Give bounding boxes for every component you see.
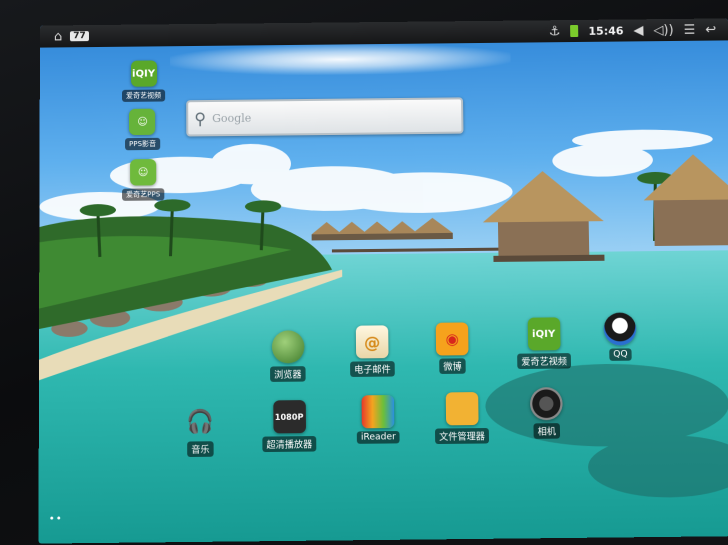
ireader-icon: [362, 395, 395, 428]
volume-down-icon[interactable]: ◀: [633, 23, 643, 38]
home-icon[interactable]: ⌂: [54, 29, 62, 44]
app-label: QQ: [609, 348, 632, 361]
qq-penguin-icon: [603, 312, 636, 345]
iqiyi-icon: iQIY: [131, 60, 157, 86]
app-iqiyi-video-2[interactable]: iQIY 爱奇艺视频: [517, 317, 572, 369]
pps-icon: ☺: [129, 109, 155, 135]
notification-badge[interactable]: 77: [70, 31, 89, 41]
search-placeholder: Google: [212, 111, 251, 125]
app-file-manager[interactable]: 文件管理器: [435, 392, 490, 444]
app-label: PPS影音: [125, 138, 160, 150]
battery-icon: [570, 25, 578, 37]
menu-icon[interactable]: ☰: [683, 22, 695, 37]
search-icon: ⚲: [194, 109, 206, 128]
weibo-icon: ◉: [436, 322, 469, 355]
app-label: 相机: [533, 423, 560, 439]
app-iqiyi-pps[interactable]: ☺ 爱奇艺PPS: [122, 159, 164, 201]
app-1080p-player[interactable]: 1080P 超清播放器: [262, 400, 316, 452]
app-music[interactable]: 🎧 音乐: [184, 405, 217, 457]
app-browser[interactable]: 浏览器: [270, 330, 306, 382]
app-camera[interactable]: 相机: [530, 387, 563, 439]
iqiyi-pps-icon: ☺: [130, 159, 156, 186]
app-qq[interactable]: QQ: [603, 312, 636, 360]
clock: 15:46: [588, 24, 623, 37]
app-label: 爱奇艺视频: [517, 353, 571, 369]
app-label: iReader: [357, 431, 400, 444]
headphones-icon: 🎧: [184, 405, 217, 438]
app-email[interactable]: @ 电子邮件: [350, 325, 395, 377]
camera-icon: [530, 387, 563, 420]
folder-icon: [445, 392, 478, 425]
iqiyi-icon: iQIY: [527, 317, 560, 350]
page-indicator: ••: [49, 513, 63, 525]
app-label: 超清播放器: [262, 436, 316, 452]
app-ireader[interactable]: iReader: [356, 395, 399, 444]
app-iqiyi-video[interactable]: iQIY 爱奇艺视频: [122, 60, 165, 102]
volume-up-icon[interactable]: ◁)): [653, 22, 673, 37]
app-label: 电子邮件: [350, 361, 395, 377]
android-home-screen: ⌂ 77 ⚓ 15:46 ◀ ◁)) ☰ ↩ ⚲ Google iQIY 爱奇艺…: [38, 18, 728, 543]
back-icon[interactable]: ↩: [705, 22, 716, 37]
app-label: 音乐: [187, 441, 213, 457]
browser-globe-icon: [271, 330, 304, 363]
usb-icon: ⚓: [549, 24, 561, 39]
app-label: 爱奇艺视频: [122, 89, 165, 102]
app-label: 浏览器: [270, 366, 306, 382]
app-pps[interactable]: ☺ PPS影音: [125, 109, 160, 151]
app-label: 文件管理器: [435, 428, 489, 444]
1080p-player-icon: 1080P: [273, 400, 306, 433]
app-label: 微博: [439, 358, 466, 374]
app-label: 爱奇艺PPS: [122, 188, 164, 201]
google-search-widget[interactable]: ⚲ Google: [186, 97, 463, 136]
email-icon: @: [356, 325, 389, 358]
app-weibo[interactable]: ◉ 微博: [436, 322, 469, 374]
